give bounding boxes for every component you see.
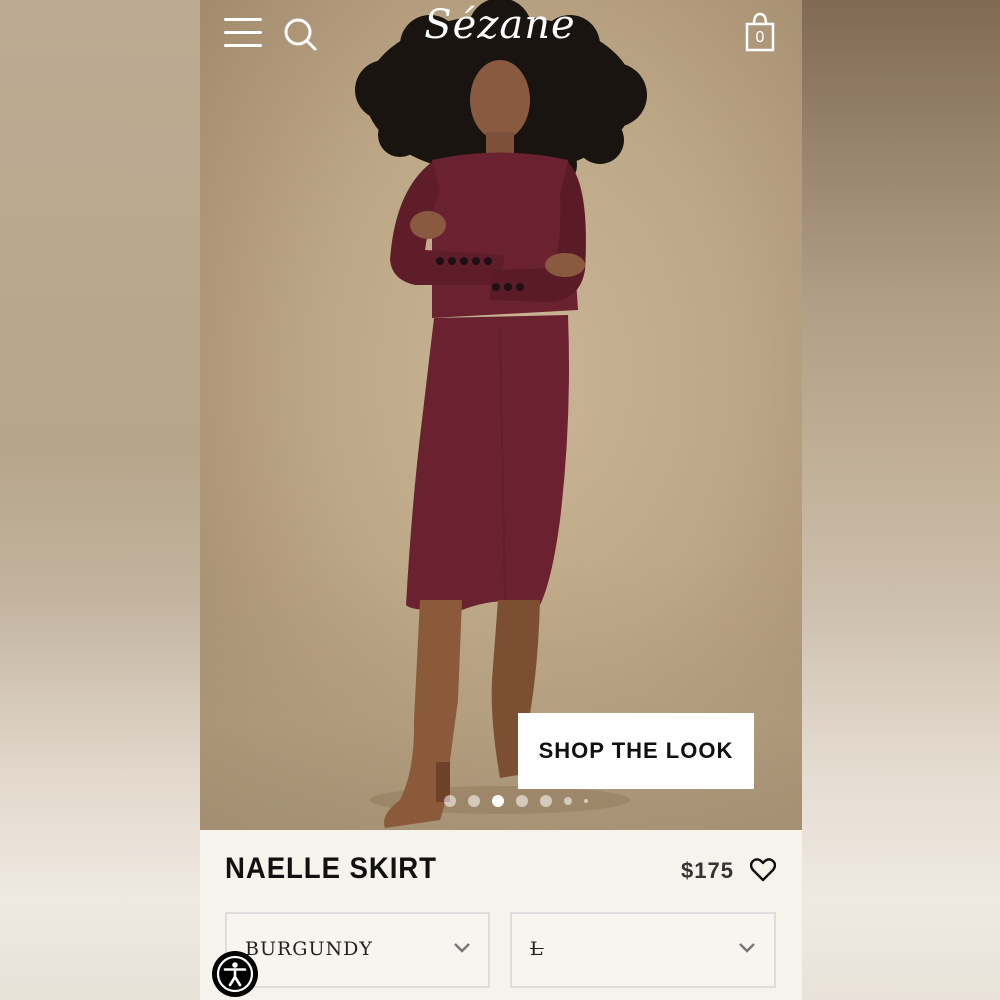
carousel-dot[interactable] <box>444 795 456 807</box>
model-photo <box>355 0 647 828</box>
carousel-dot[interactable] <box>468 795 480 807</box>
carousel-dot[interactable] <box>540 795 552 807</box>
carousel-dot[interactable] <box>516 795 528 807</box>
background-blur-right <box>802 0 1000 1000</box>
product-hero-image[interactable]: Sézane 0 SHOP THE LOOK <box>200 0 802 830</box>
accessibility-person-icon <box>216 955 254 993</box>
chevron-down-icon <box>454 943 470 953</box>
carousel-dot[interactable] <box>584 799 588 803</box>
hamburger-menu-icon[interactable] <box>224 16 262 50</box>
chevron-down-icon <box>739 943 755 953</box>
heart-icon[interactable] <box>750 858 776 882</box>
background-blur-left <box>0 0 200 1000</box>
carousel-indicator <box>444 794 588 808</box>
size-select-value: L <box>530 938 544 960</box>
color-select-value: BURGUNDY <box>245 938 373 960</box>
carousel-dot[interactable] <box>564 797 572 805</box>
carousel-dot-active[interactable] <box>492 795 504 807</box>
color-select[interactable]: BURGUNDY <box>225 912 490 988</box>
size-select[interactable]: L <box>510 912 776 988</box>
bag-count-badge: 0 <box>755 29 765 46</box>
shopping-bag-icon[interactable]: 0 <box>743 12 777 52</box>
product-price: $175 <box>681 858 734 883</box>
top-navigation-bar: Sézane 0 <box>200 0 802 70</box>
product-info-panel: NAELLE SKIRT $175 BURGUNDY L <box>200 830 802 1000</box>
brand-logo[interactable]: Sézane <box>410 2 590 62</box>
search-icon[interactable] <box>282 16 318 52</box>
mobile-screen: Sézane 0 SHOP THE LOOK NAELLE SKIRT $175 <box>200 0 802 1000</box>
shop-the-look-button[interactable]: SHOP THE LOOK <box>518 713 754 789</box>
accessibility-button[interactable] <box>212 951 258 997</box>
product-title: NAELLE SKIRT <box>225 852 437 885</box>
